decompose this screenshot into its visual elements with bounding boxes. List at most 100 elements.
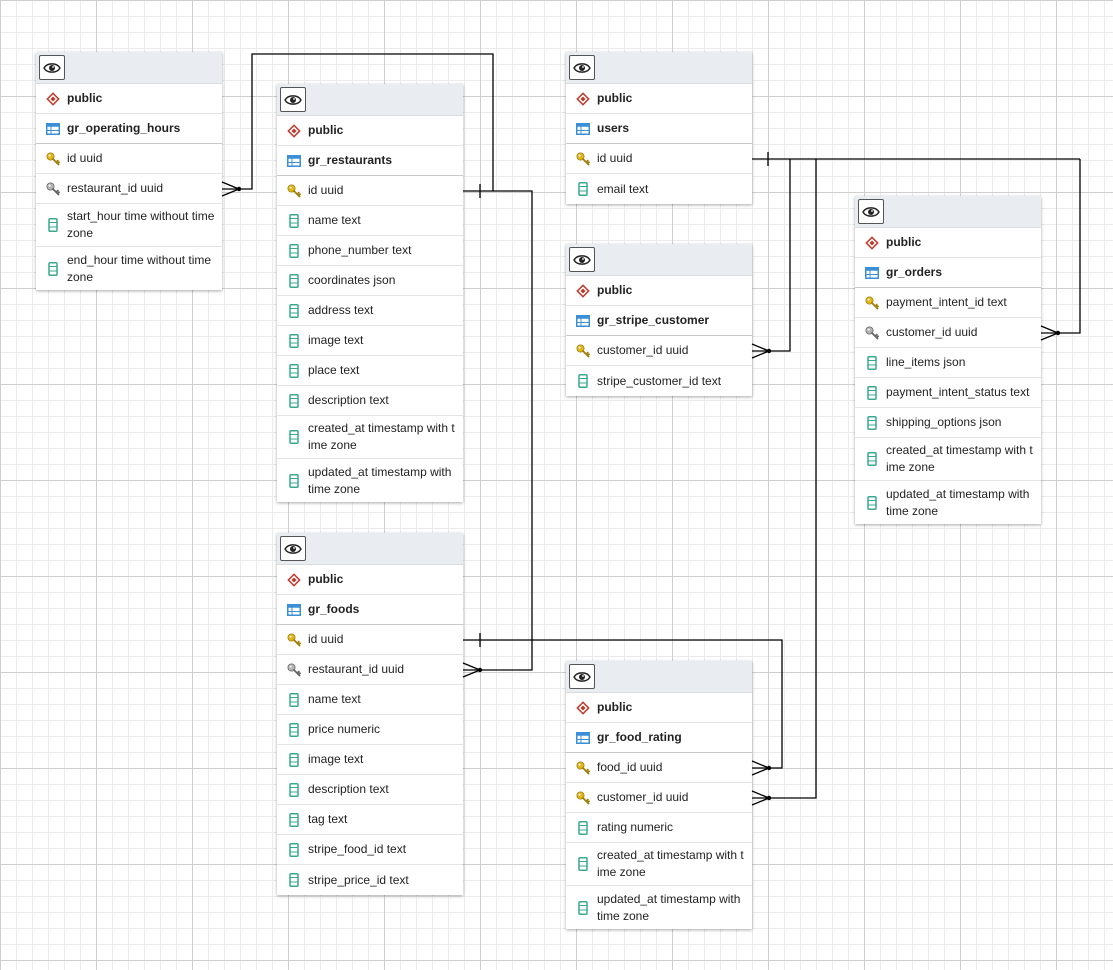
schema-icon xyxy=(576,283,590,298)
toggle-visibility-button[interactable] xyxy=(569,55,595,80)
column-row[interactable]: image text xyxy=(277,326,463,356)
column-row[interactable]: phone_number text xyxy=(277,236,463,266)
column-row[interactable]: coordinates json xyxy=(277,266,463,296)
column-row[interactable]: restaurant_id uuid xyxy=(277,655,463,685)
table-name[interactable]: gr_food_rating xyxy=(566,723,752,753)
column-row-label: shipping_options json xyxy=(886,415,1002,429)
table-card-gr-operating-hours[interactable]: public gr_operating_hours id uuid restauran… xyxy=(36,52,222,290)
table-card-gr-food-rating[interactable]: public gr_food_rating food_id uuid customer… xyxy=(566,661,752,929)
column-row-label: image text xyxy=(308,752,364,766)
column-row[interactable]: start_hour time without time zone xyxy=(36,204,222,247)
column-row-label: payment_intent_id text xyxy=(886,295,1007,309)
column-row[interactable]: id uuid xyxy=(566,144,752,174)
column-row[interactable]: email text xyxy=(566,174,752,204)
column-row[interactable]: address text xyxy=(277,296,463,326)
primary-key-icon xyxy=(576,152,590,166)
schema-name[interactable]: public xyxy=(566,693,752,723)
column-row[interactable]: updated_at timestamp with time zone xyxy=(855,481,1041,524)
column-row[interactable]: place text xyxy=(277,356,463,386)
column-icon xyxy=(287,873,301,887)
column-row[interactable]: customer_id uuid xyxy=(855,318,1041,348)
table-card-gr-stripe-customer[interactable]: public gr_stripe_customer customer_id uuid… xyxy=(566,244,752,396)
toggle-visibility-button[interactable] xyxy=(280,536,306,561)
column-row[interactable]: id uuid xyxy=(36,144,222,174)
schema-name[interactable]: public xyxy=(277,565,463,595)
column-row-label: food_id uuid xyxy=(597,760,663,774)
column-row[interactable]: updated_at timestamp with time zone xyxy=(566,886,752,929)
column-row[interactable]: price numeric xyxy=(277,715,463,745)
column-icon xyxy=(865,415,879,430)
schema-name[interactable]: public xyxy=(855,228,1041,258)
table-name-label: gr_foods xyxy=(308,602,360,616)
column-row-label: created_at timestamp with time zone xyxy=(886,443,1033,474)
column-row[interactable]: description text xyxy=(277,775,463,805)
column-row[interactable]: end_hour time without time zone xyxy=(36,247,222,290)
column-row[interactable]: id uuid xyxy=(277,625,463,655)
column-row[interactable]: payment_intent_id text xyxy=(855,288,1041,318)
column-row[interactable]: stripe_price_id text xyxy=(277,865,463,895)
column-row[interactable]: id uuid xyxy=(277,176,463,206)
table-header xyxy=(566,244,752,276)
column-row-label: end_hour time without time zone xyxy=(67,252,212,284)
column-row[interactable]: created_at timestamp with time zone xyxy=(277,416,463,459)
column-row[interactable]: payment_intent_status text xyxy=(855,378,1041,408)
column-row[interactable]: customer_id uuid xyxy=(566,336,752,366)
column-icon xyxy=(287,273,301,288)
table-card-gr-restaurants[interactable]: public gr_restaurants id uuid name text phon… xyxy=(277,84,463,502)
toggle-visibility-button[interactable] xyxy=(39,55,65,80)
column-row[interactable]: line_items json xyxy=(855,348,1041,378)
column-row-label: email text xyxy=(597,181,649,196)
column-row-label: rating numeric xyxy=(597,820,674,834)
schema-name[interactable]: public xyxy=(566,276,752,306)
relationship-line xyxy=(769,159,791,352)
column-row-label: customer_id uuid xyxy=(597,343,689,357)
column-row[interactable]: created_at timestamp with time zone xyxy=(566,843,752,886)
column-row[interactable]: description text xyxy=(277,386,463,416)
column-row-label: image text xyxy=(308,333,364,347)
schema-name[interactable]: public xyxy=(277,116,463,146)
schema-name[interactable]: public xyxy=(36,84,222,114)
column-row-label: updated_at timestamp with time zone xyxy=(597,891,741,923)
table-card-gr-orders[interactable]: public gr_orders payment_intent_id text cus… xyxy=(855,196,1041,524)
toggle-visibility-button[interactable] xyxy=(569,664,595,689)
column-row[interactable]: created_at timestamp with time zone xyxy=(855,438,1041,481)
column-row[interactable]: tag text xyxy=(277,805,463,835)
relationship-crowfoot xyxy=(462,662,483,678)
toggle-visibility-button[interactable] xyxy=(858,199,884,224)
relationship-crowfoot xyxy=(751,790,772,806)
table-name[interactable]: gr_restaurants xyxy=(277,146,463,176)
toggle-visibility-button[interactable] xyxy=(569,247,595,272)
column-row[interactable]: shipping_options json xyxy=(855,408,1041,438)
column-row-label: price numeric xyxy=(308,722,381,736)
schema-name[interactable]: public xyxy=(566,84,752,114)
table-icon xyxy=(46,122,60,136)
column-row-label: stripe_customer_id text xyxy=(597,373,722,388)
table-name[interactable]: users xyxy=(566,114,752,144)
table-card-users[interactable]: public users id uuid email text xyxy=(566,52,752,204)
column-row[interactable]: rating numeric xyxy=(566,813,752,843)
column-row[interactable]: name text xyxy=(277,685,463,715)
table-name[interactable]: gr_foods xyxy=(277,595,463,625)
column-icon xyxy=(287,752,301,767)
table-header xyxy=(566,52,752,84)
table-card-gr-foods[interactable]: public gr_foodsid uuid restaurant_id uuid n… xyxy=(277,533,463,895)
schema-icon xyxy=(287,572,301,587)
column-row[interactable]: customer_id uuid xyxy=(566,783,752,813)
column-row[interactable]: restaurant_id uuid xyxy=(36,174,222,204)
column-row[interactable]: image text xyxy=(277,745,463,775)
primary-key-icon xyxy=(287,633,301,647)
schema-name-label: public xyxy=(597,283,633,297)
column-row[interactable]: food_id uuid xyxy=(566,753,752,783)
column-row[interactable]: name text xyxy=(277,206,463,236)
column-row[interactable]: stripe_customer_id text xyxy=(566,366,752,396)
table-name[interactable]: gr_orders xyxy=(855,258,1041,288)
column-row-label: phone_number text xyxy=(308,243,412,257)
table-name[interactable]: gr_operating_hours xyxy=(36,114,222,144)
table-name[interactable]: gr_stripe_customer xyxy=(566,306,752,336)
column-row-label: created_at timestamp with time zone xyxy=(308,421,455,452)
column-row[interactable]: updated_at timestamp with time zone xyxy=(277,459,463,502)
column-row-label: line_items json xyxy=(886,355,966,369)
column-row[interactable]: stripe_food_id text xyxy=(277,835,463,865)
toggle-visibility-button[interactable] xyxy=(280,87,306,112)
table-header xyxy=(855,196,1041,228)
